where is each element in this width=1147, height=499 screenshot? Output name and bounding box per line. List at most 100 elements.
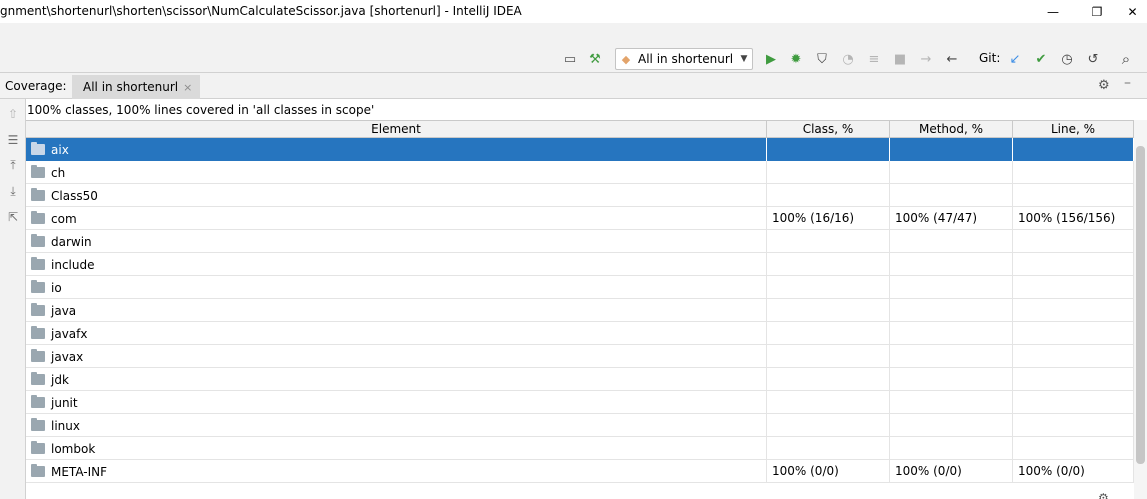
package-folder-icon bbox=[31, 188, 45, 201]
restore-icon[interactable]: ❐ bbox=[1074, 0, 1120, 23]
run-config-label: All in shortenurl bbox=[638, 52, 734, 66]
row-method-coverage bbox=[890, 368, 1013, 391]
more-run-icon[interactable]: ≡ bbox=[865, 50, 883, 68]
row-line-coverage bbox=[1013, 437, 1134, 460]
table-header: Element Class, % Method, % Line, % bbox=[26, 120, 1134, 138]
row-element-cell: junit bbox=[26, 391, 767, 414]
row-line-coverage bbox=[1013, 253, 1134, 276]
package-folder-icon bbox=[31, 142, 45, 155]
row-class-coverage: 100% (16/16) bbox=[767, 207, 890, 230]
row-element-name: linux bbox=[51, 418, 80, 433]
row-method-coverage bbox=[890, 253, 1013, 276]
export-icon[interactable]: ⇱ bbox=[4, 208, 22, 226]
run-icon[interactable]: ▶ bbox=[762, 50, 780, 68]
table-row[interactable]: aix bbox=[26, 138, 1134, 161]
arrow-up-icon[interactable]: ⇧ bbox=[4, 105, 22, 123]
row-element-name: ch bbox=[51, 165, 66, 180]
column-header-element[interactable]: Element bbox=[26, 121, 767, 138]
package-folder-icon bbox=[31, 418, 45, 431]
search-icon[interactable]: ⌕ bbox=[1117, 50, 1135, 68]
column-header-method[interactable]: Method, % bbox=[890, 121, 1013, 138]
bottom-gear-icon[interactable]: ⚙ bbox=[1098, 491, 1109, 499]
row-method-coverage bbox=[890, 138, 1013, 161]
row-element-cell: linux bbox=[26, 414, 767, 437]
debug-icon[interactable]: ✹ bbox=[787, 50, 805, 68]
vertical-scrollbar[interactable] bbox=[1134, 120, 1147, 499]
profile-icon[interactable]: ◔ bbox=[839, 50, 857, 68]
row-element-name: jdk bbox=[51, 372, 69, 387]
table-row[interactable]: META-INF 100% (0/0) 100% (0/0) 100% (0/0) bbox=[26, 460, 1134, 483]
back-icon[interactable]: ← bbox=[943, 50, 961, 68]
main-toolbar: ▭ ⚒ ◆ All in shortenurl ▼ ▶ ✹ ⛉ ◔ ≡ ■ → … bbox=[0, 45, 1147, 73]
row-line-coverage bbox=[1013, 345, 1134, 368]
row-method-coverage bbox=[890, 161, 1013, 184]
row-class-coverage bbox=[767, 345, 890, 368]
table-row[interactable]: include bbox=[26, 253, 1134, 276]
table-row[interactable]: io bbox=[26, 276, 1134, 299]
row-method-coverage: 100% (0/0) bbox=[890, 460, 1013, 483]
row-method-coverage bbox=[890, 276, 1013, 299]
table-row[interactable]: javax bbox=[26, 345, 1134, 368]
git-commit-icon[interactable]: ✔ bbox=[1032, 50, 1050, 68]
row-element-name: META-INF bbox=[51, 464, 108, 479]
table-row[interactable]: java bbox=[26, 299, 1134, 322]
table-row[interactable]: com 100% (16/16) 100% (47/47) 100% (156/156… bbox=[26, 207, 1134, 230]
git-update-icon[interactable]: ↙ bbox=[1006, 50, 1024, 68]
row-method-coverage: 100% (47/47) bbox=[890, 207, 1013, 230]
package-folder-icon bbox=[31, 349, 45, 362]
table-row[interactable]: jdk bbox=[26, 368, 1134, 391]
chevron-down-icon: ▼ bbox=[740, 54, 748, 64]
row-element-name: io bbox=[51, 280, 62, 295]
package-folder-icon bbox=[31, 326, 45, 339]
row-element-cell: ch bbox=[26, 161, 767, 184]
run-with-coverage-icon[interactable]: ⛉ bbox=[813, 50, 831, 68]
git-history-icon[interactable]: ◷ bbox=[1058, 50, 1076, 68]
build-icon[interactable]: ⚒ bbox=[586, 50, 604, 68]
row-method-coverage bbox=[890, 391, 1013, 414]
close-tab-icon[interactable]: × bbox=[183, 81, 192, 94]
row-method-coverage bbox=[890, 230, 1013, 253]
row-line-coverage bbox=[1013, 299, 1134, 322]
row-method-coverage bbox=[890, 414, 1013, 437]
row-method-coverage bbox=[890, 322, 1013, 345]
column-header-class[interactable]: Class, % bbox=[767, 121, 890, 138]
table-row[interactable]: ch bbox=[26, 161, 1134, 184]
expand-icon[interactable]: ⤒ bbox=[4, 156, 22, 174]
table-row[interactable]: linux bbox=[26, 414, 1134, 437]
row-element-name: java bbox=[51, 303, 77, 318]
package-folder-icon bbox=[31, 464, 45, 477]
coverage-tab[interactable]: All in shortenurl × bbox=[72, 75, 200, 99]
table-row[interactable]: Class50 bbox=[26, 184, 1134, 207]
package-folder-icon bbox=[31, 234, 45, 247]
scrollbar-thumb[interactable] bbox=[1136, 146, 1145, 464]
row-element-name: Class50 bbox=[51, 188, 98, 203]
row-class-coverage bbox=[767, 299, 890, 322]
project-structure-icon[interactable]: ▭ bbox=[561, 50, 579, 68]
minimize-panel-icon[interactable]: – bbox=[1124, 75, 1131, 91]
minimize-icon[interactable]: — bbox=[1030, 0, 1076, 23]
row-class-coverage bbox=[767, 391, 890, 414]
stop-icon[interactable]: ■ bbox=[891, 50, 909, 68]
row-element-name: junit bbox=[51, 395, 78, 410]
close-icon[interactable]: ✕ bbox=[1118, 0, 1147, 23]
flatten-packages-icon[interactable]: ☰ bbox=[4, 131, 22, 149]
table-row[interactable]: javafx bbox=[26, 322, 1134, 345]
title-bar: gnment\shortenurl\shorten\scissor\NumCal… bbox=[0, 0, 1147, 23]
gear-icon[interactable]: ⚙ bbox=[1098, 78, 1110, 93]
table-row[interactable]: darwin bbox=[26, 230, 1134, 253]
coverage-tool-header: Coverage: All in shortenurl × ⚙ – bbox=[0, 73, 1147, 99]
row-element-cell: include bbox=[26, 253, 767, 276]
git-rollback-icon[interactable]: ↺ bbox=[1084, 50, 1102, 68]
row-class-coverage bbox=[767, 230, 890, 253]
row-class-coverage bbox=[767, 368, 890, 391]
row-method-coverage bbox=[890, 299, 1013, 322]
collapse-icon[interactable]: ⤓ bbox=[4, 182, 22, 200]
table-row[interactable]: lombok bbox=[26, 437, 1134, 460]
row-class-coverage bbox=[767, 253, 890, 276]
package-folder-icon bbox=[31, 372, 45, 385]
column-header-line[interactable]: Line, % bbox=[1013, 121, 1134, 138]
forward-icon[interactable]: → bbox=[917, 50, 935, 68]
row-method-coverage bbox=[890, 184, 1013, 207]
run-configuration-select[interactable]: ◆ All in shortenurl ▼ bbox=[615, 48, 753, 70]
table-row[interactable]: junit bbox=[26, 391, 1134, 414]
